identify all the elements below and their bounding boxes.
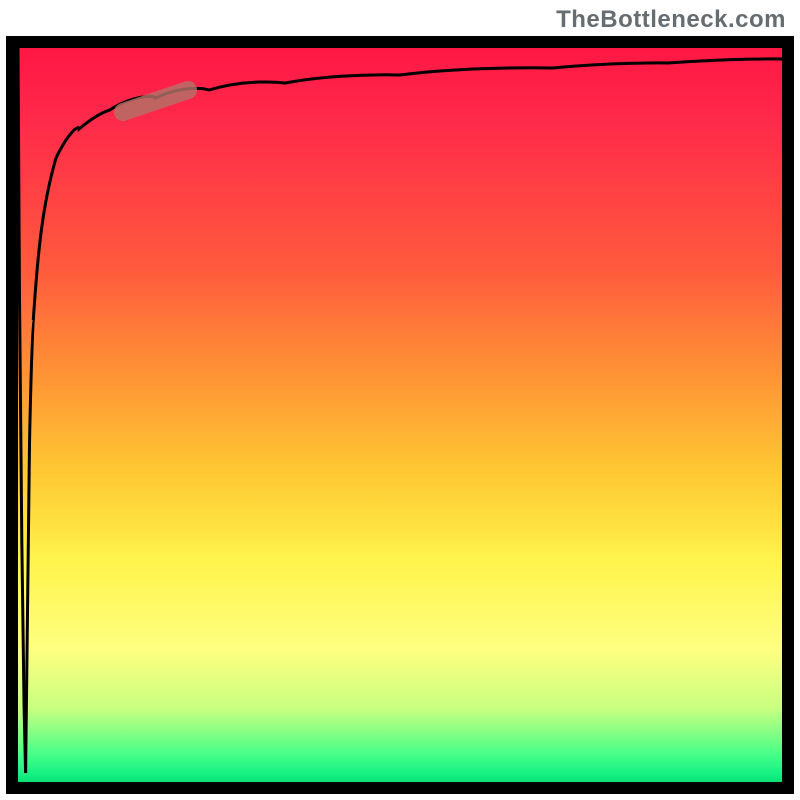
highlight-segment [123,90,188,112]
curve-ascend [26,59,782,773]
plot-area [6,36,794,794]
chart-stage: TheBottleneck.com [0,0,800,800]
watermark-text: TheBottleneck.com [556,6,786,34]
curve-descend [18,48,26,773]
curve-layer [18,48,782,782]
